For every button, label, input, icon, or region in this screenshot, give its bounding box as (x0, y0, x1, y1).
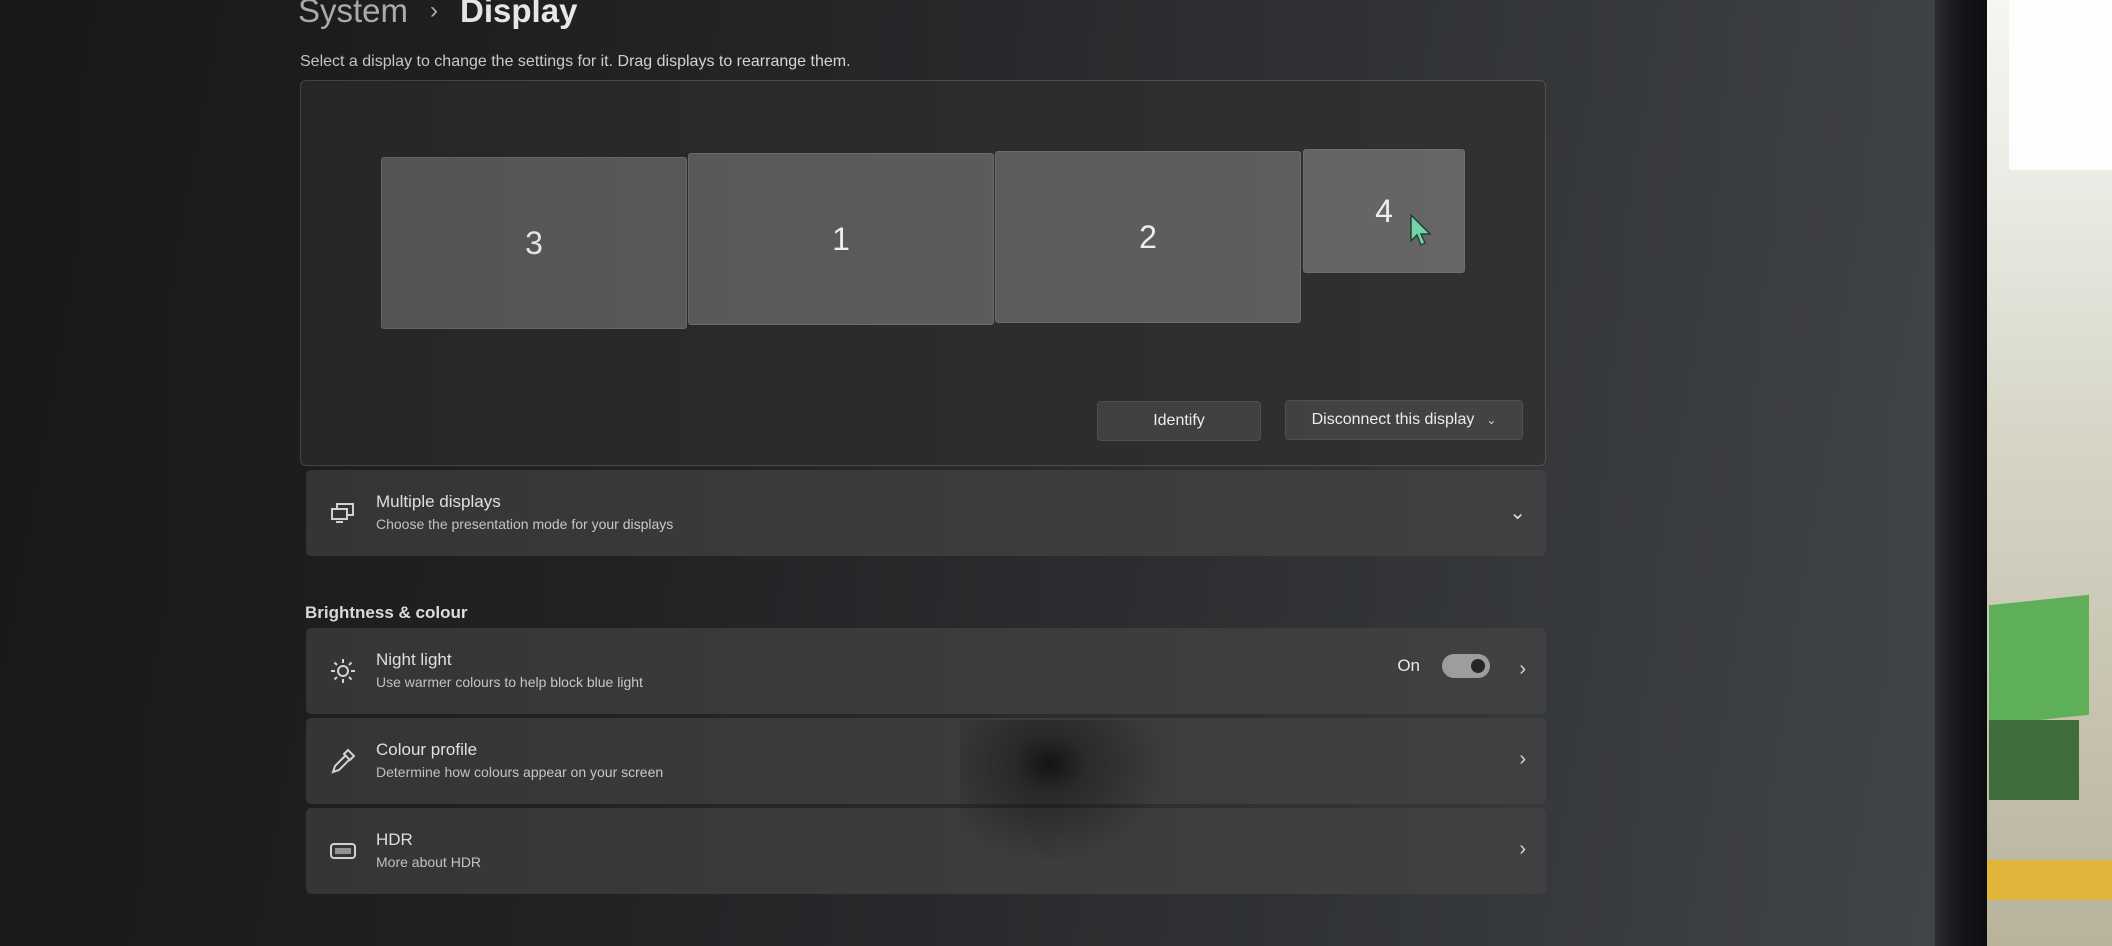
identify-button[interactable]: Identify (1097, 401, 1261, 441)
hdr-title: HDR (376, 830, 413, 849)
toggle-knob (1471, 659, 1485, 673)
display-tile-label: 4 (1375, 192, 1393, 229)
night-light-toggle-group: On (1397, 654, 1490, 678)
mouse-cursor-icon (1410, 213, 1432, 247)
dark-green-book (1989, 720, 2079, 800)
monitor-bezel (1935, 0, 1987, 946)
yellow-object (1987, 860, 2112, 900)
display-tile-1[interactable]: 1 (688, 153, 994, 325)
green-book (1989, 594, 2089, 726)
multiple-displays-icon (331, 503, 354, 523)
window-light (2009, 0, 2112, 170)
colour-profile-title: Colour profile (376, 740, 478, 759)
disconnect-display-dropdown[interactable]: Disconnect this display ⌄ (1285, 400, 1523, 440)
breadcrumb-chevron-icon: › (430, 0, 439, 24)
hdr-subtitle: More about HDR (376, 854, 482, 870)
settings-screen: System › Display Select a display to cha… (0, 0, 1940, 946)
hdr-card[interactable]: HDR More about HDR › (306, 808, 1546, 894)
room-background (1987, 0, 2112, 946)
chevron-right-icon[interactable]: › (1519, 748, 1526, 771)
display-tile-label: 2 (1139, 218, 1157, 255)
colour-profile-subtitle: Determine how colours appear on your scr… (376, 764, 664, 780)
identify-button-label: Identify (1153, 412, 1205, 429)
chevron-down-icon: ⌄ (1486, 413, 1497, 427)
night-light-toggle[interactable] (1442, 654, 1490, 678)
disconnect-dropdown-label: Disconnect this display (1311, 411, 1475, 428)
breadcrumb-system-link[interactable]: System (298, 0, 408, 30)
night-light-card[interactable]: Night light Use warmer colours to help b… (306, 628, 1546, 714)
display-tile-2[interactable]: 2 (995, 151, 1301, 323)
display-tile-label: 3 (525, 224, 543, 261)
night-light-subtitle: Use warmer colours to help block blue li… (376, 674, 643, 690)
display-tile-3[interactable]: 3 (381, 157, 687, 329)
chevron-right-icon[interactable]: › (1519, 658, 1526, 681)
display-tile-4[interactable]: 4 (1303, 149, 1465, 273)
multiple-displays-subtitle: Choose the presentation mode for your di… (376, 516, 674, 532)
sun-icon (331, 659, 355, 683)
brightness-colour-heading: Brightness & colour (305, 603, 468, 622)
display-tile-label: 1 (832, 220, 850, 257)
eyedropper-icon (331, 748, 356, 774)
page-title: Display (460, 0, 578, 29)
multiple-displays-title: Multiple displays (376, 492, 501, 511)
hdr-icon (330, 843, 356, 859)
chevron-down-icon[interactable]: ⌄ (1509, 500, 1526, 525)
night-light-title: Night light (376, 650, 452, 669)
breadcrumb: System › Display (298, 0, 577, 30)
night-light-state-label: On (1397, 656, 1420, 675)
arrangement-instruction: Select a display to change the settings … (300, 53, 851, 70)
colour-profile-card[interactable]: Colour profile Determine how colours app… (306, 718, 1546, 804)
display-arrangement-panel: 3 1 2 4 Identify Disconnect this display… (300, 80, 1546, 466)
multiple-displays-card[interactable]: Multiple displays Choose the presentatio… (306, 470, 1546, 556)
chevron-right-icon[interactable]: › (1519, 838, 1526, 861)
